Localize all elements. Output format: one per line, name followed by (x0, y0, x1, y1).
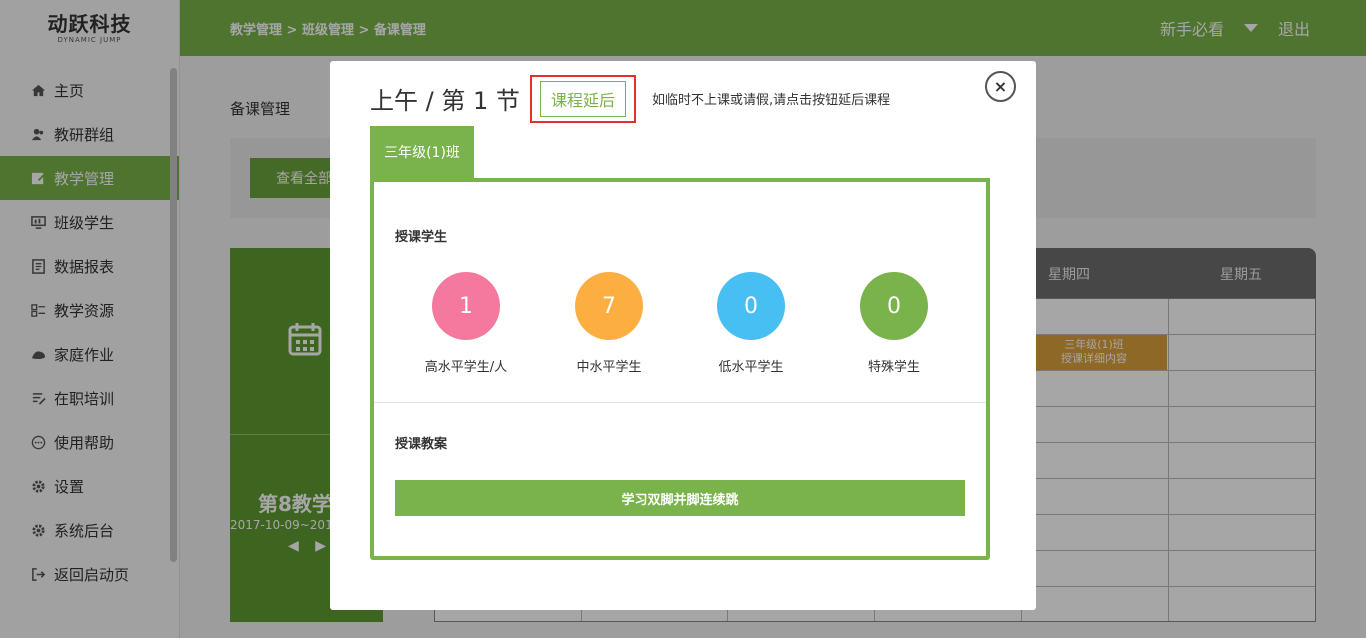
stat-low-level[interactable]: 0 低水平学生 (686, 272, 816, 375)
stat-label: 低水平学生 (718, 360, 784, 375)
stat-label: 特殊学生 (867, 360, 920, 375)
stat-value: 7 (575, 272, 643, 340)
delay-hint: 如临时不上课或请假,请点击按钮延后课程 (652, 93, 891, 108)
stat-label: 高水平学生/人 (424, 360, 508, 375)
lesson-plan-button[interactable]: 学习双脚并脚连续跳 (395, 480, 965, 516)
stat-high-level[interactable]: 1 高水平学生/人 (401, 272, 531, 375)
stat-mid-level[interactable]: 7 中水平学生 (544, 272, 674, 375)
stat-value: 1 (432, 272, 500, 340)
plans-section-title: 授课教案 (395, 437, 448, 452)
section-divider (374, 402, 986, 403)
lesson-modal: 上午 / 第 1 节 课程延后 如临时不上课或请假,请点击按钮延后课程 × 三年… (330, 61, 1036, 610)
modal-title: 上午 / 第 1 节 (370, 87, 520, 115)
tab-class[interactable]: 三年级(1)班 (370, 126, 474, 178)
delay-course-button[interactable]: 课程延后 (540, 81, 626, 117)
students-section-title: 授课学生 (395, 230, 448, 245)
stat-value: 0 (717, 272, 785, 340)
close-icon[interactable]: × (985, 71, 1016, 102)
stat-special[interactable]: 0 特殊学生 (829, 272, 959, 375)
stat-value: 0 (860, 272, 928, 340)
delay-highlight: 课程延后 (530, 75, 636, 123)
stat-label: 中水平学生 (576, 360, 642, 375)
class-tab-panel: 授课学生 1 高水平学生/人 7 中水平学生 0 低水平学生 0 特殊学生 授课… (370, 178, 990, 560)
